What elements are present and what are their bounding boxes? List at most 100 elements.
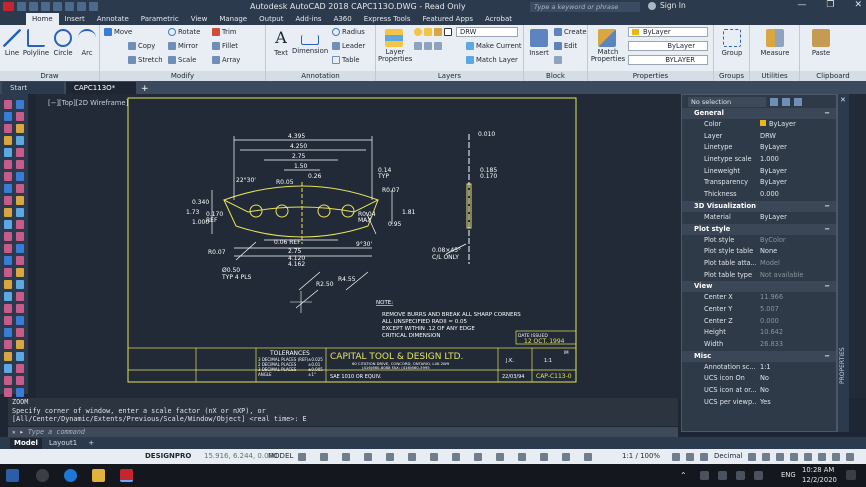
copy-button[interactable]: Copy <box>128 42 155 50</box>
color-dropdown[interactable]: ByLayer <box>628 27 708 37</box>
tool-palette-icon[interactable] <box>16 124 24 133</box>
property-row[interactable]: Annotation sc... 1:1 <box>682 362 836 374</box>
property-value[interactable]: Model <box>756 258 836 270</box>
tab-express-tools[interactable]: Express Tools <box>358 13 417 25</box>
lock-icon[interactable] <box>434 28 442 36</box>
save-as-icon[interactable] <box>53 2 62 11</box>
tool-palette-icon[interactable] <box>16 148 24 157</box>
property-row[interactable]: Center Y 5.007 <box>682 304 836 316</box>
search-icon[interactable] <box>36 469 49 482</box>
tab-featured-apps[interactable]: Featured Apps <box>417 13 479 25</box>
property-value[interactable]: ByLayer <box>769 120 796 128</box>
property-value[interactable]: ByColor <box>756 235 836 247</box>
tool-palette-icon[interactable] <box>16 232 24 241</box>
tab-parametric[interactable]: Parametric <box>135 13 185 25</box>
property-row[interactable]: UCS per viewp... Yes <box>682 397 836 409</box>
clock-time[interactable]: 10:28 AM <box>802 466 834 474</box>
property-value[interactable]: 1.000 <box>756 154 836 166</box>
command-prompt-icon[interactable]: ▸ <box>20 428 24 436</box>
hardware-acceleration-icon[interactable] <box>818 453 826 461</box>
command-input[interactable]: Type a command <box>28 428 85 436</box>
tool-palette-icon[interactable] <box>4 136 12 145</box>
selection-filter-icon[interactable] <box>562 453 570 461</box>
tab-insert[interactable]: Insert <box>59 13 91 25</box>
units-icon[interactable] <box>762 453 770 461</box>
property-value[interactable]: 1:1 <box>756 362 836 374</box>
tool-palette-icon[interactable] <box>4 148 12 157</box>
property-value[interactable]: ByLayer <box>756 177 836 189</box>
tool-palette-icon[interactable] <box>4 364 12 373</box>
tool-palette-icon[interactable] <box>4 292 12 301</box>
language-indicator[interactable]: ENG <box>781 471 796 479</box>
tool-palette-icon[interactable] <box>4 316 12 325</box>
section-plot-style[interactable]: Plot style <box>682 223 836 235</box>
otrack-icon[interactable] <box>430 453 438 461</box>
isodraft-icon[interactable] <box>386 453 394 461</box>
section-general[interactable]: General <box>682 108 836 119</box>
tool-palette-icon[interactable] <box>16 280 24 289</box>
property-value[interactable]: None <box>756 246 836 258</box>
arc-button[interactable]: Arc <box>78 27 96 57</box>
tool-palette-icon[interactable] <box>4 388 12 397</box>
lock-ui-icon[interactable] <box>790 453 798 461</box>
tool-palette-icon[interactable] <box>16 376 24 385</box>
lineweight-dropdown[interactable]: BYLAYER <box>628 55 708 65</box>
utilities-group-label[interactable]: Utilities <box>750 71 799 81</box>
save-icon[interactable] <box>41 2 50 11</box>
ortho-icon[interactable] <box>342 453 350 461</box>
tool-palette-icon[interactable] <box>4 124 12 133</box>
restore-button[interactable]: ❐ <box>826 0 834 10</box>
property-row[interactable]: Center Z 0.000 <box>682 316 836 328</box>
tool-palette-icon[interactable] <box>4 160 12 169</box>
transparency-icon[interactable] <box>474 453 482 461</box>
tool-palette-icon[interactable] <box>16 112 24 121</box>
toggle-pickadd-icon[interactable] <box>794 97 802 106</box>
circle-button[interactable]: Circle <box>52 27 74 57</box>
new-file-icon[interactable] <box>17 2 26 11</box>
tab-view[interactable]: View <box>185 13 214 25</box>
tool-palette-icon[interactable] <box>16 256 24 265</box>
tool-palette-icon[interactable] <box>4 196 12 205</box>
block-attributes-button[interactable] <box>554 56 562 64</box>
property-row[interactable]: Plot style table None <box>682 246 836 258</box>
make-current-button[interactable]: Make Current <box>466 42 522 50</box>
tab-model[interactable]: Model <box>10 437 42 449</box>
tab-layout1[interactable]: Layout1 <box>45 438 81 449</box>
clean-screen-icon[interactable] <box>832 453 840 461</box>
tool-palette-icon[interactable] <box>4 304 12 313</box>
property-row[interactable]: Thickness 0.000 <box>682 189 836 201</box>
battery-icon[interactable] <box>718 471 727 480</box>
dimension-button[interactable]: Dimension <box>292 27 328 55</box>
leader-button[interactable]: Leader <box>332 42 365 50</box>
property-value[interactable]: No <box>756 385 836 397</box>
tool-palette-icon[interactable] <box>4 172 12 181</box>
quick-select-icon[interactable] <box>770 97 778 106</box>
minimize-button[interactable]: — <box>797 0 806 10</box>
property-row[interactable]: Linetype scale 1.000 <box>682 154 836 166</box>
tray-up-arrow-icon[interactable]: ⌃ <box>680 471 687 480</box>
property-row[interactable]: Color ByLayer <box>682 119 836 131</box>
tab-home[interactable]: Home <box>26 13 59 25</box>
tool-palette-icon[interactable] <box>16 292 24 301</box>
property-row[interactable]: Height 10.642 <box>682 327 836 339</box>
lineweight-icon[interactable] <box>452 453 460 461</box>
tool-palette-icon[interactable] <box>4 184 12 193</box>
dynamic-ucs-icon[interactable] <box>540 453 548 461</box>
layer-off-icon[interactable] <box>414 42 422 50</box>
insert-button[interactable]: Insert <box>526 27 552 57</box>
property-value[interactable]: Yes <box>756 397 836 409</box>
polar-icon[interactable] <box>364 453 372 461</box>
search-input[interactable]: Type a keyword or phrase <box>530 2 640 12</box>
layers-group-label[interactable]: Layers <box>376 71 523 81</box>
volume-icon[interactable] <box>754 471 763 480</box>
gizmo-icon[interactable] <box>584 453 592 461</box>
property-row[interactable]: Plot table type Not available <box>682 270 836 282</box>
close-palette-icon[interactable]: ✕ <box>840 96 846 104</box>
isolate-objects-icon[interactable] <box>804 453 812 461</box>
annotation-scale-dropdown[interactable]: 1:1 / 100% <box>622 452 660 460</box>
selection-cycling-icon[interactable] <box>496 453 504 461</box>
property-value[interactable]: 11.966 <box>756 292 836 304</box>
tool-palette-icon[interactable] <box>16 316 24 325</box>
sun-icon[interactable] <box>424 28 432 36</box>
property-value[interactable]: Not available <box>756 270 836 282</box>
